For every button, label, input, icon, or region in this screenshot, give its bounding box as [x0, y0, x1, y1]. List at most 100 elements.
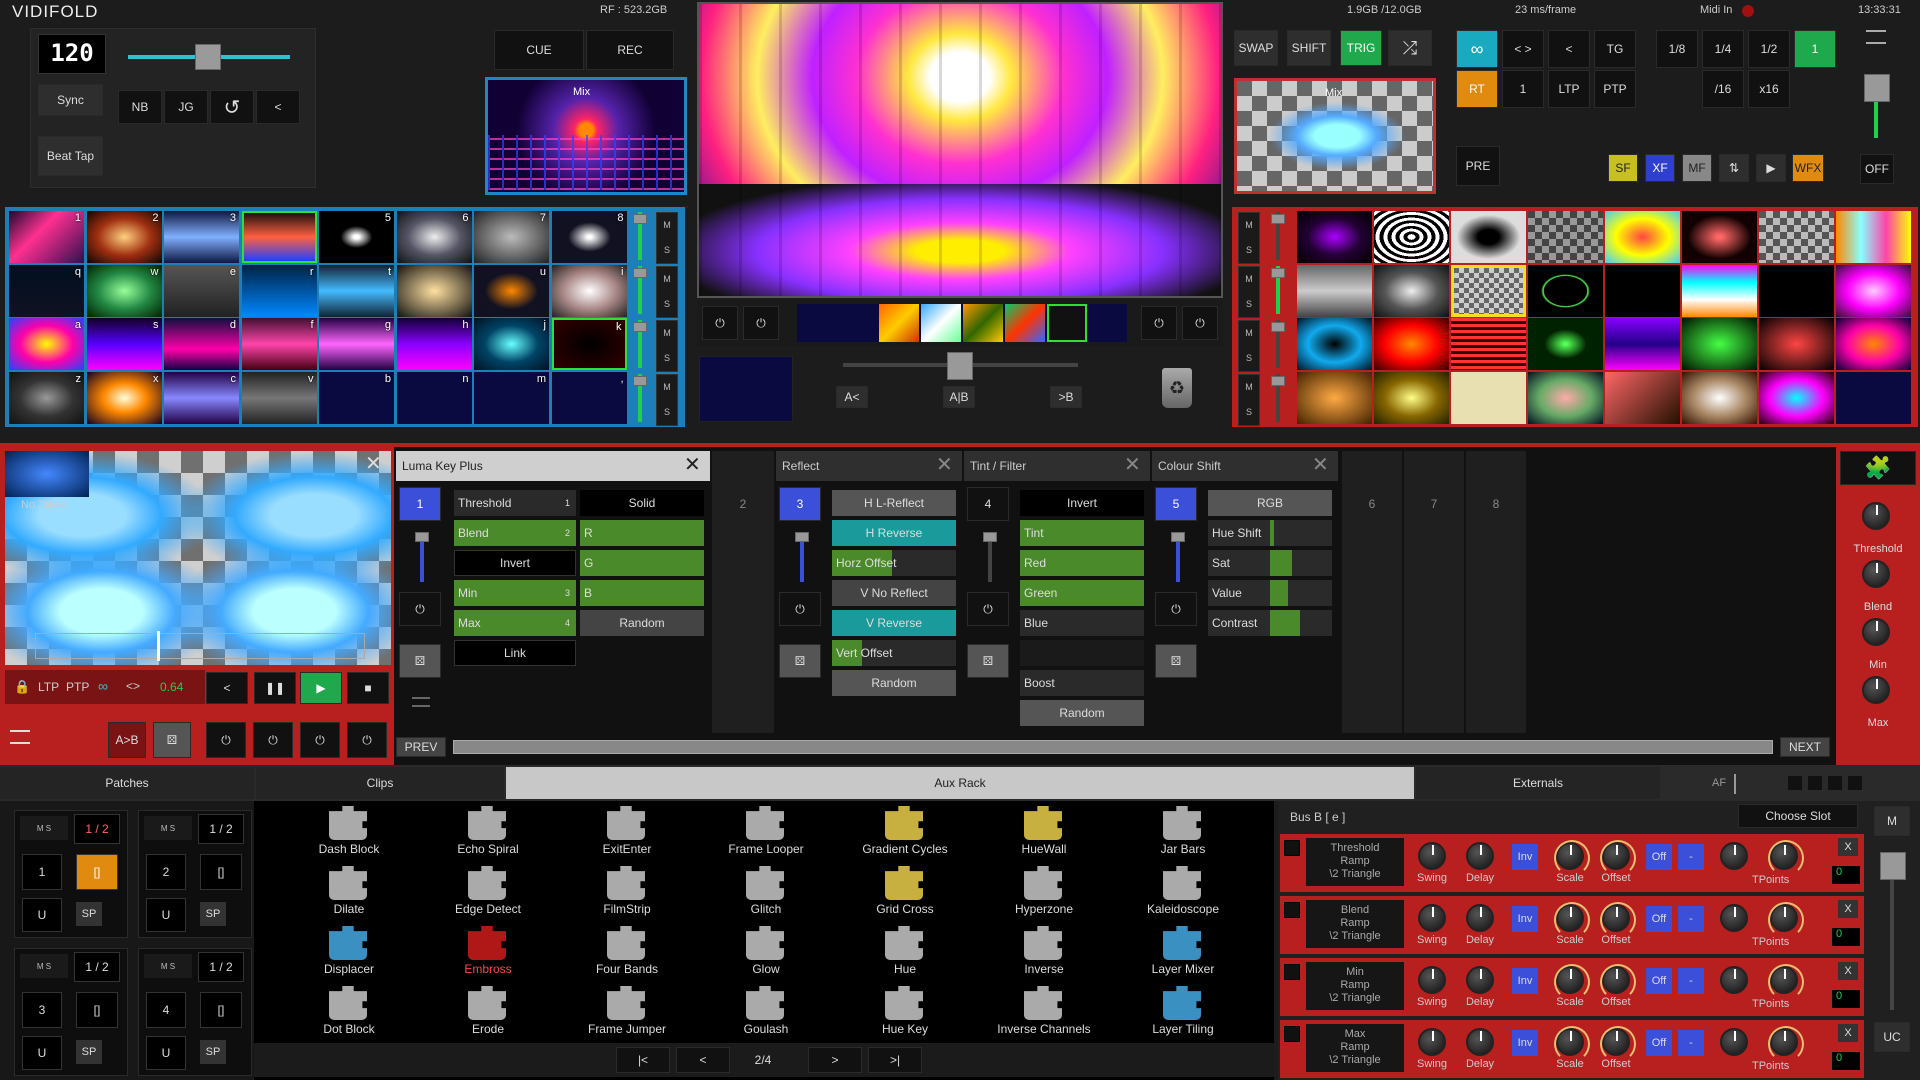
luma-row-4[interactable]: Max 4	[454, 610, 576, 636]
speed-16-button[interactable]: /16	[1702, 70, 1744, 108]
right-clip-25[interactable]	[1297, 371, 1372, 424]
left-clip-25[interactable]: z	[9, 371, 84, 424]
right-clip-28[interactable]	[1528, 371, 1603, 424]
right-clip-20[interactable]	[1528, 318, 1603, 370]
colour-row-1[interactable]: Hue Shift	[1208, 520, 1332, 546]
rec-button[interactable]: REC	[586, 30, 674, 70]
patch-ms[interactable]: M S	[144, 954, 192, 978]
tint-row-7[interactable]: Random	[1020, 700, 1144, 726]
tab-externals[interactable]: Externals	[1416, 767, 1660, 799]
left-clip-15[interactable]: u	[474, 264, 549, 317]
fx-slot-8[interactable]: 8	[1466, 451, 1526, 733]
right-clip-19[interactable]	[1451, 318, 1526, 370]
bus-offset-knob[interactable]	[1600, 902, 1636, 938]
ltp-button[interactable]: LTP	[1548, 70, 1590, 108]
patch-u-button[interactable]: U	[22, 898, 62, 932]
colour-slot-number[interactable]: 5	[1155, 487, 1197, 521]
left-clip-16[interactable]: i	[551, 264, 627, 317]
luma-right-3[interactable]: B	[580, 580, 704, 606]
aux-effect-16[interactable]: Embross	[428, 962, 548, 976]
aux-effect-14[interactable]: Kaleidoscope	[1123, 902, 1243, 916]
colour-slot-fader-knob[interactable]	[1171, 532, 1185, 542]
luma-row-0[interactable]: Threshold 1	[454, 490, 576, 516]
speed-1-4-button[interactable]: 1/4	[1702, 30, 1744, 68]
reflect-row-1[interactable]: H Reverse	[832, 520, 956, 546]
aux-effect-8[interactable]: Dilate	[289, 902, 409, 916]
patch-number[interactable]: 4	[146, 992, 186, 1028]
colour-row-4[interactable]: Contrast	[1208, 610, 1332, 636]
bus-m-button[interactable]: M	[1874, 806, 1910, 836]
bus-x-button[interactable]: X	[1838, 838, 1858, 856]
aux-effect-25[interactable]: Goulash	[706, 1022, 826, 1036]
bus-tpoints-knob-1[interactable]	[1720, 966, 1748, 994]
colour-row-3[interactable]: Value	[1208, 580, 1332, 606]
trash-icon[interactable]: ♻	[1162, 368, 1192, 408]
luma-right-4[interactable]: Random	[580, 610, 704, 636]
right-clip-10[interactable]	[1374, 264, 1449, 317]
tint-power-icon[interactable]: ⏻	[967, 592, 1009, 626]
aux-effect-6[interactable]: HueWall	[984, 842, 1104, 856]
left-clip-18[interactable]: s	[86, 318, 162, 370]
bus-delay-knob[interactable]	[1466, 1028, 1494, 1056]
bpm-display[interactable]: 120	[38, 34, 106, 74]
left-clip-3[interactable]: 3	[164, 211, 239, 263]
left-clip-20[interactable]: f	[241, 318, 317, 370]
loop-icon[interactable]: ∞	[1456, 30, 1498, 68]
left-clip-2[interactable]: 2	[86, 211, 162, 263]
bus-row-checkbox[interactable]	[1284, 902, 1300, 918]
bus-inv-button[interactable]: Inv	[1512, 844, 1538, 870]
left-clip-24[interactable]: k	[551, 318, 627, 370]
aux-effect-28[interactable]: Layer Tiling	[1123, 1022, 1243, 1036]
bus-swing-knob[interactable]	[1418, 966, 1446, 994]
right-clip-27[interactable]	[1451, 371, 1526, 424]
right-clip-1[interactable]	[1297, 211, 1372, 263]
bus-inv-button[interactable]: Inv	[1512, 1030, 1538, 1056]
bus-delay-knob[interactable]	[1466, 842, 1494, 870]
right-clip-18[interactable]	[1374, 318, 1449, 370]
bus-x-button[interactable]: X	[1838, 900, 1858, 918]
luma-row-3[interactable]: Min 3	[454, 580, 576, 606]
colour-dice-icon[interactable]: ⚄	[1155, 644, 1197, 678]
bus-tpoints-knob-2[interactable]	[1768, 840, 1804, 876]
back-button[interactable]: <	[256, 90, 300, 124]
patch-fraction[interactable]: 1 / 2	[198, 952, 244, 982]
left-clip-31[interactable]: m	[474, 371, 549, 424]
bus-fader-track[interactable]	[1890, 860, 1894, 1010]
right-layer-fader-knob[interactable]	[1271, 214, 1285, 224]
aux-effect-12[interactable]: Grid Cross	[845, 902, 965, 916]
right-clip-12[interactable]	[1528, 264, 1603, 317]
right-clip-17[interactable]	[1297, 318, 1372, 370]
left-clip-23[interactable]: j	[474, 318, 549, 370]
bus-row-checkbox[interactable]	[1284, 1026, 1300, 1042]
luma-row-1[interactable]: Blend 2	[454, 520, 576, 546]
right-clip-31[interactable]	[1759, 371, 1834, 424]
stop-icon[interactable]: ■	[347, 672, 389, 704]
next-fx-button[interactable]: NEXT	[1780, 737, 1830, 757]
bus-uc-button[interactable]: UC	[1874, 1022, 1910, 1052]
loop-small-icon[interactable]: ∞	[98, 678, 108, 694]
bus-offset-knob[interactable]	[1600, 1026, 1636, 1062]
patch-number[interactable]: 3	[22, 992, 62, 1028]
aux-effect-3[interactable]: ExitEnter	[567, 842, 687, 856]
bus-swing-knob[interactable]	[1418, 904, 1446, 932]
patch-number[interactable]: 2	[146, 854, 186, 890]
patch-sp-button[interactable]: SP	[76, 902, 102, 926]
center-left-button-2-icon[interactable]: ⏻	[743, 306, 779, 340]
right-clip-6[interactable]	[1682, 211, 1757, 263]
ptp-label[interactable]: PTP	[66, 680, 89, 694]
center-right-button-2-icon[interactable]: ⏻	[1182, 306, 1218, 340]
left-clip-6[interactable]: 6	[396, 211, 472, 263]
aux-effect-13[interactable]: Hyperzone	[984, 902, 1104, 916]
ab-transfer-button[interactable]: A>B	[108, 722, 146, 758]
trig-button[interactable]: TRIG	[1340, 30, 1382, 66]
bus-scale-knob[interactable]	[1554, 840, 1590, 876]
tint-row-0[interactable]: Invert	[1020, 490, 1144, 516]
patch-u-button[interactable]: U	[22, 1036, 62, 1070]
bus-tpoints-knob-1[interactable]	[1720, 904, 1748, 932]
tint-row-6[interactable]: Boost	[1020, 670, 1144, 696]
speed-1-button[interactable]: 1	[1794, 30, 1836, 68]
scrub-bar[interactable]	[35, 633, 365, 659]
bus-inv-button[interactable]: Inv	[1512, 968, 1538, 994]
left-clip-29[interactable]: b	[319, 371, 394, 424]
wfx-button[interactable]: WFX	[1792, 154, 1824, 182]
